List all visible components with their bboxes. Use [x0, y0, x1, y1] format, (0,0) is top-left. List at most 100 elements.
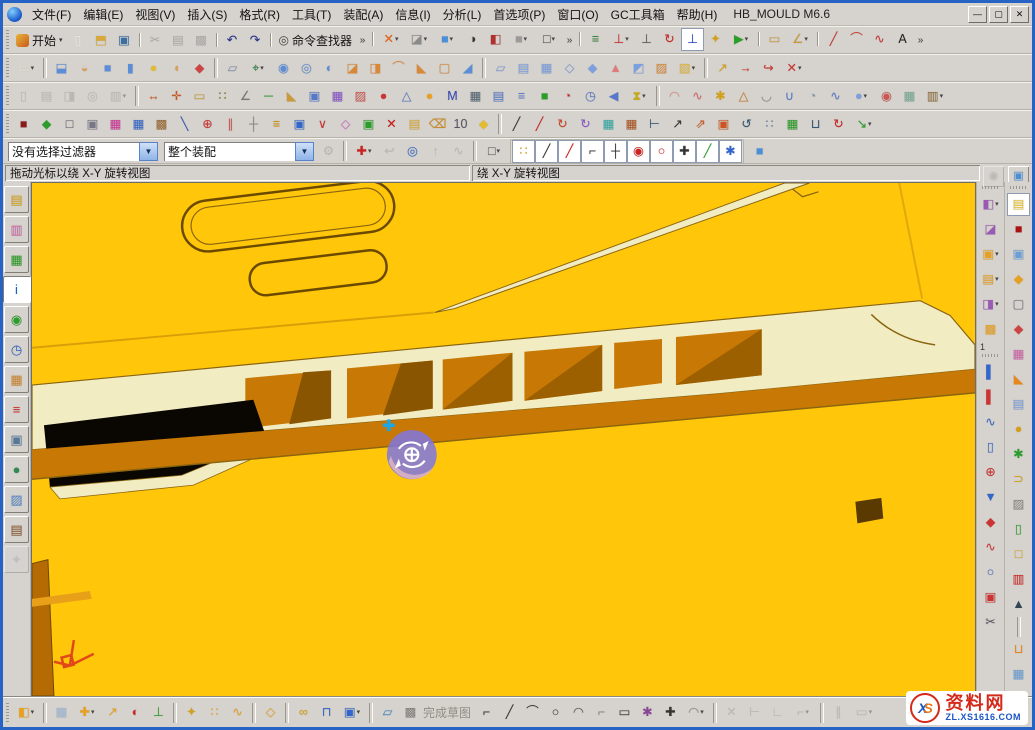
runner-button[interactable]: ∿	[979, 536, 1002, 559]
protractor-button[interactable]: ◣	[280, 85, 303, 108]
arc-button[interactable]: ⌒	[845, 28, 868, 51]
unite-button[interactable]: ◉	[272, 57, 295, 80]
cylinder-button[interactable]: ▮	[119, 57, 142, 80]
hole-button[interactable]: ⌖	[244, 57, 272, 80]
sprue-bushing-button[interactable]: ▼	[979, 486, 1002, 509]
rectangle-button[interactable]: ▭	[613, 701, 636, 724]
min-distance-button[interactable]: ●	[418, 85, 441, 108]
arc-angle-button[interactable]: ◔	[556, 85, 579, 108]
internet-explorer-tab[interactable]: i	[3, 276, 31, 303]
parallel-lines-button[interactable]: ∥	[219, 113, 242, 136]
base-view-button[interactable]: ▤	[35, 85, 58, 108]
quadrant-snap[interactable]: ○	[650, 140, 673, 163]
pattern-face-button[interactable]: ▦	[781, 113, 804, 136]
sheet-stack-button[interactable]: ▥	[104, 85, 132, 108]
ejector-pin-button[interactable]: ▌	[979, 361, 1002, 384]
move-face-button[interactable]: ↗	[711, 57, 734, 80]
isocline-button[interactable]: ◉	[875, 85, 898, 108]
split-body-button[interactable]: ◨	[364, 57, 387, 80]
point-on-curve-snap[interactable]: ╱	[696, 140, 719, 163]
wave-interface-button[interactable]: ⊓	[315, 701, 338, 724]
continuity-button[interactable]: ∪	[778, 85, 801, 108]
checker-button[interactable]: ▨	[1007, 493, 1030, 516]
view-manager-button[interactable]: ▢	[1007, 293, 1030, 316]
reflection-ball-button[interactable]: ●	[847, 85, 875, 108]
toolbar-grip[interactable]	[982, 354, 1000, 357]
mold-update-button[interactable]: ◧	[977, 193, 1005, 216]
measure-body-button[interactable]: ▣	[303, 85, 326, 108]
measure-distance-button[interactable]: ▭	[763, 28, 786, 51]
line-width-button[interactable]: ╲	[173, 113, 196, 136]
menu-item[interactable]: 装配(A)	[337, 6, 389, 24]
clock-button[interactable]: ◷	[579, 85, 602, 108]
delete-button[interactable]: ✕	[380, 113, 403, 136]
paste-button[interactable]: ▩	[190, 29, 213, 52]
paste-special-button[interactable]: ▣	[712, 113, 735, 136]
selection-scope-dropdown[interactable]: 整个装配 ▼	[164, 142, 314, 161]
mass-properties-button[interactable]: M	[441, 85, 464, 108]
locating-ring-button[interactable]: ⊕	[979, 461, 1002, 484]
thicken-button[interactable]: ▧	[673, 57, 701, 80]
control-point-snap[interactable]: ╱	[558, 140, 581, 163]
hook-button[interactable]: ⊃	[1007, 468, 1030, 491]
open-file-button[interactable]: ⬒	[90, 29, 113, 52]
quick-extend-button[interactable]: ⊢	[743, 701, 766, 724]
menu-item[interactable]: 视图(V)	[129, 6, 181, 24]
offset-curve-button[interactable]: ◠	[682, 701, 710, 724]
finish-sketch-icon[interactable]: ▩	[399, 701, 422, 724]
shaded-view-button[interactable]: ■	[433, 28, 461, 51]
parting-surface-button[interactable]: ◆	[1007, 318, 1030, 341]
show-dof-button[interactable]: ∷	[203, 701, 226, 724]
constraint-navigator-tab[interactable]: ▥	[4, 216, 29, 243]
immediate-hide-button[interactable]: □	[58, 113, 81, 136]
new-sheet-button[interactable]: ▯	[12, 85, 35, 108]
wireframe-view-button[interactable]: ■	[507, 28, 535, 51]
align-button[interactable]: ⊢	[643, 113, 666, 136]
edge-blend-button[interactable]: ⌒	[387, 57, 410, 80]
layer-visible-in-view-button[interactable]: ▩	[150, 113, 173, 136]
show-poles-button[interactable]: ◇	[334, 113, 357, 136]
scale-button[interactable]: ↘	[850, 113, 878, 136]
draft-button[interactable]: ◢	[456, 57, 479, 80]
intersect-button[interactable]: ◐	[318, 57, 341, 80]
viewport-3d[interactable]	[32, 183, 975, 696]
move-component-button[interactable]: ↗	[101, 701, 124, 724]
rotate-copy-button[interactable]: ↺	[735, 113, 758, 136]
mold-csys-button[interactable]: ◪	[979, 218, 1002, 241]
menu-item[interactable]: GC工具箱	[605, 6, 671, 24]
parting-button[interactable]: ▩	[979, 318, 1002, 341]
image-gallery-tab[interactable]: ▨	[4, 486, 29, 513]
standard-parts-button[interactable]: ●	[1007, 418, 1030, 441]
toolbar-grip[interactable]	[6, 86, 9, 106]
color-dots-button[interactable]: ●	[372, 85, 395, 108]
units-button[interactable]: 10	[449, 113, 472, 136]
cleanup-button[interactable]: ⌫	[426, 113, 449, 136]
detail-view-button[interactable]: ◎	[81, 85, 104, 108]
measure-points-button[interactable]: ✛	[165, 85, 188, 108]
rotate-button[interactable]: ↻	[551, 113, 574, 136]
instance-array-button[interactable]: ∷	[758, 113, 781, 136]
existing-point-snap[interactable]: ✚	[673, 140, 696, 163]
mold-wizard-button[interactable]: ▤	[1007, 193, 1030, 216]
design-doc-button[interactable]: ▯	[1007, 518, 1030, 541]
rgb-cube-button[interactable]: ■	[533, 85, 556, 108]
cone-button[interactable]: ◀	[602, 85, 625, 108]
render-style-button[interactable]: ◑	[461, 28, 484, 51]
text-button[interactable]: A	[891, 28, 914, 51]
intersection-snap[interactable]: ┼	[604, 140, 627, 163]
subtract-button[interactable]: ◎	[295, 57, 318, 80]
stamp-button[interactable]: ▲	[1007, 593, 1030, 616]
sphere-button[interactable]: ●	[142, 57, 165, 80]
palette-grid-tab[interactable]: ▦	[4, 366, 29, 393]
reflection-analysis-button[interactable]: ◠	[663, 85, 686, 108]
mirror-assembly-button[interactable]: ◐	[124, 701, 147, 724]
point-on-face-snap[interactable]: ✱	[719, 140, 742, 163]
parts-cart-tab[interactable]: ▤	[4, 516, 29, 543]
menu-item[interactable]: 帮助(H)	[671, 6, 724, 24]
point-info-button[interactable]: ∷	[211, 85, 234, 108]
rotate-view-button[interactable]: ↻	[827, 113, 850, 136]
line-button[interactable]: ╱	[822, 28, 845, 51]
wcs-origin-button[interactable]: ⊥	[635, 28, 658, 51]
view-section-button[interactable]: ▣	[288, 113, 311, 136]
sketch-button[interactable]: ▭	[12, 57, 40, 80]
